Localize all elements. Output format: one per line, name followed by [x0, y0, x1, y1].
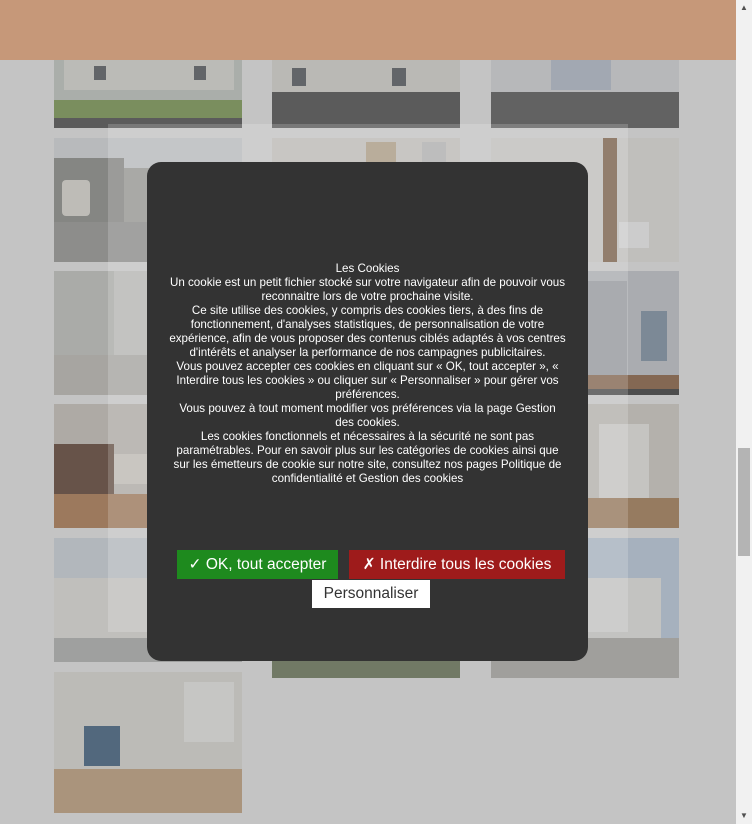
cookie-consent-text: Les Cookies Un cookie est un petit fichi…: [169, 262, 566, 486]
scrollbar-thumb[interactable]: [738, 448, 750, 556]
cookie-paragraph: Les cookies fonctionnels et nécessaires …: [173, 430, 562, 485]
cookie-paragraph: Vous pouvez à tout moment modifier vos p…: [179, 402, 556, 429]
cookie-title: Les Cookies: [335, 262, 400, 275]
cookie-consent-dialog: Les Cookies Un cookie est un petit fichi…: [147, 162, 588, 661]
accept-all-button[interactable]: ✓ OK, tout accepter: [177, 550, 338, 579]
deny-all-button[interactable]: ✗ Interdire tous les cookies: [349, 550, 565, 579]
scroll-down-arrow-icon[interactable]: ▼: [736, 808, 752, 824]
vertical-scrollbar[interactable]: ▲ ▼: [736, 0, 752, 824]
cookie-paragraph: Vous pouvez accepter ces cookies en cliq…: [176, 360, 559, 401]
cookie-paragraph: Ce site utilise des cookies, y compris d…: [169, 304, 566, 359]
scroll-up-arrow-icon[interactable]: ▲: [736, 0, 752, 16]
cookie-paragraph: Un cookie est un petit fichier stocké su…: [169, 276, 566, 303]
customize-button[interactable]: Personnaliser: [312, 580, 430, 608]
